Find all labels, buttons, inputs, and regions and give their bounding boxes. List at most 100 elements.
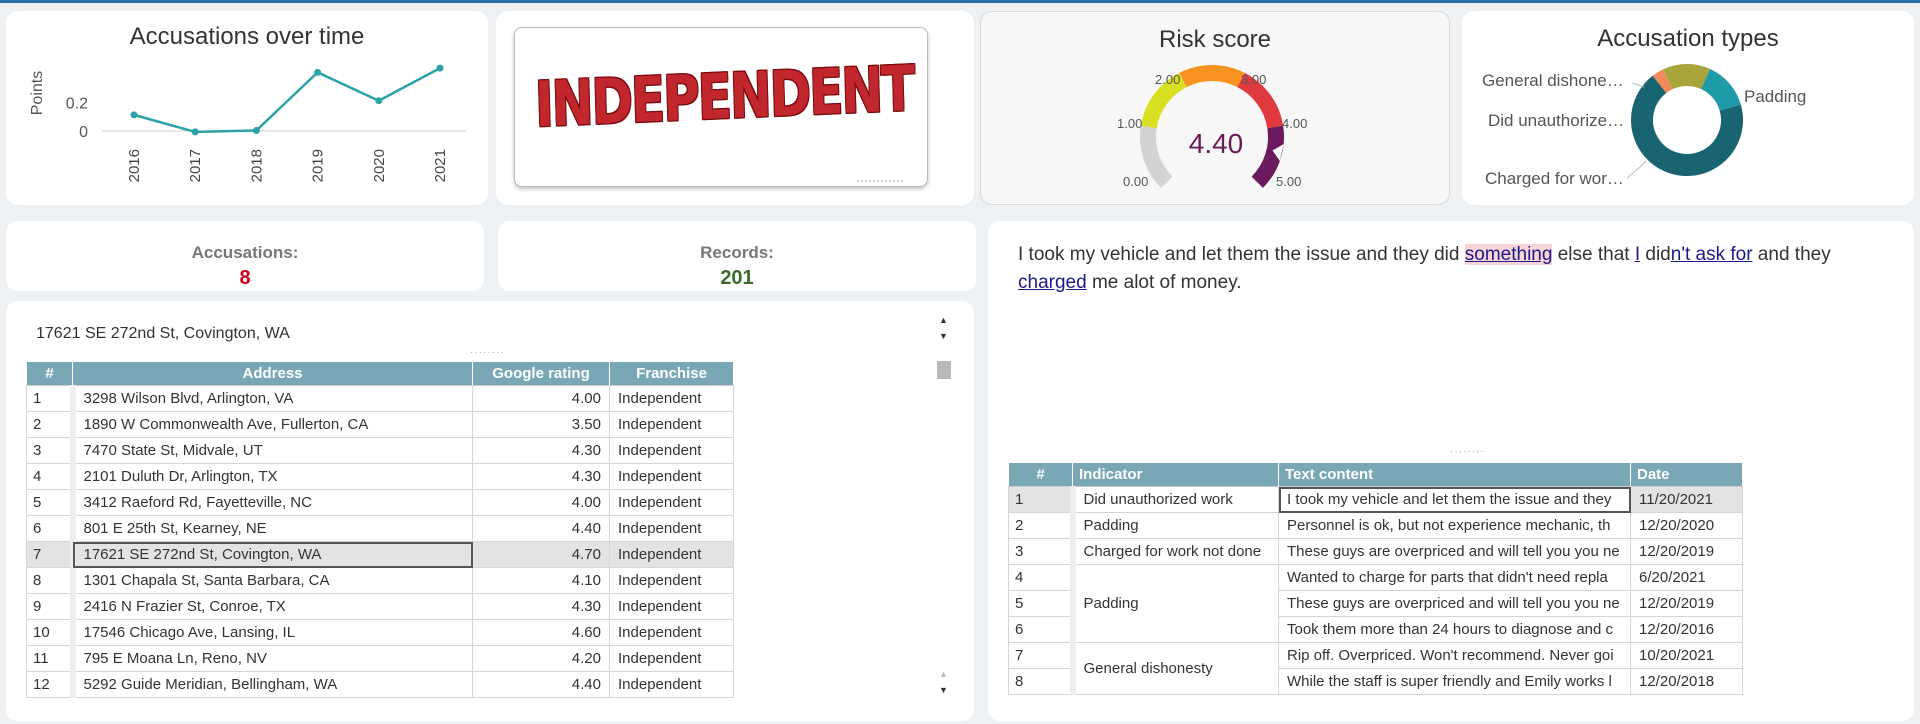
row-franchise[interactable]: Independent [609,411,734,438]
row-text-content[interactable]: Rip off. Overpriced. Won't recommend. Ne… [1278,642,1631,669]
data-point[interactable] [375,97,383,105]
row-address[interactable]: 3412 Raeford Rd, Fayetteville, NC [72,489,473,516]
row-franchise[interactable]: Independent [609,593,734,620]
data-point[interactable] [436,64,444,72]
table-row[interactable]: 1 3298 Wilson Blvd, Arlington, VA 4.00 Inde… [26,385,734,412]
col-header-franchise[interactable]: Franchise [609,361,734,386]
col-header-indicator[interactable]: Indicator [1072,462,1279,487]
table-row[interactable]: 10 17546 Chicago Ave, Lansing, IL 4.60 Inde… [26,619,734,646]
col-header-index[interactable]: # [26,361,73,386]
row-index[interactable]: 9 [26,593,76,620]
row-text-content[interactable]: While the staff is super friendly and Em… [1278,668,1631,695]
row-address[interactable]: 3298 Wilson Blvd, Arlington, VA [72,385,473,412]
donut-slice[interactable] [1700,68,1741,112]
row-google-rating[interactable]: 4.40 [472,671,610,698]
table-scroll-thumb[interactable] [937,361,951,379]
row-franchise[interactable]: Independent [609,671,734,698]
row-index[interactable]: 8 [26,567,76,594]
row-date[interactable]: 12/20/2018 [1630,668,1743,695]
row-franchise[interactable]: Independent [609,567,734,594]
row-google-rating[interactable]: 4.00 [472,489,610,516]
row-google-rating[interactable]: 4.60 [472,619,610,646]
scroll-down-icon[interactable]: ▼ [939,331,948,341]
row-google-rating[interactable]: 4.30 [472,437,610,464]
row-index[interactable]: 11 [26,645,76,672]
row-index[interactable]: 2 [26,411,76,438]
table-row[interactable]: 9 2416 N Frazier St, Conroe, TX 4.30 Indepe… [26,593,734,620]
data-point[interactable] [130,111,138,119]
table-row[interactable]: 2 Padding Personnel is ok, but not experie… [1008,512,1743,539]
row-franchise[interactable]: Independent [609,463,734,490]
review-resize-grip[interactable]: ········ [1450,446,1485,457]
row-index[interactable]: 4 [26,463,76,490]
col-header-address[interactable]: Address [72,361,473,386]
row-google-rating[interactable]: 4.00 [472,385,610,412]
row-date[interactable]: 11/20/2021 [1630,486,1743,513]
row-google-rating[interactable]: 4.40 [472,515,610,542]
table-row[interactable]: 3 7470 State St, Midvale, UT 4.30 Independe… [26,437,734,464]
row-address[interactable]: 7470 State St, Midvale, UT [72,437,473,464]
table-row[interactable]: 8 1301 Chapala St, Santa Barbara, CA 4.10 I… [26,567,734,594]
row-address[interactable]: 801 E 25th St, Kearney, NE [72,515,473,542]
data-point[interactable] [191,128,199,136]
row-indicator[interactable]: General dishonesty [1072,642,1279,695]
row-indicator[interactable]: Padding [1072,512,1279,539]
row-index[interactable]: 1 [26,385,76,412]
table-row[interactable]: 3 Charged for work not done These guys are… [1008,538,1743,565]
row-index[interactable]: 12 [26,671,76,698]
row-date[interactable]: 6/20/2021 [1630,564,1743,591]
row-text-content[interactable]: These guys are overpriced and will tell … [1278,538,1631,565]
resize-grip[interactable] [857,180,903,184]
row-date[interactable]: 12/20/2019 [1630,590,1743,617]
table-row[interactable]: 4 Padding Wanted to charge for parts that … [1008,564,1743,643]
table-scroll-down-icon[interactable]: ▼ [939,685,948,695]
table-row[interactable]: 7 General dishonesty Rip off. Overpriced. … [1008,642,1743,695]
col-header-index[interactable]: # [1008,462,1073,487]
row-franchise[interactable]: Independent [609,541,734,568]
scroll-up-icon[interactable]: ▲ [939,315,948,325]
table-row[interactable]: 11 795 E Moana Ln, Reno, NV 4.20 Independen… [26,645,734,672]
row-indicator[interactable]: Did unauthorized work [1072,486,1279,513]
row-franchise[interactable]: Independent [609,437,734,464]
table-scrollbar[interactable]: ▲ ▼ [936,359,952,701]
row-index[interactable]: 3 [26,437,76,464]
row-franchise[interactable]: Independent [609,515,734,542]
row-text-content[interactable]: Personnel is ok, but not experience mech… [1278,512,1631,539]
table-row[interactable]: 2 1890 W Commonwealth Ave, Fullerton, CA 3… [26,411,734,438]
row-index[interactable]: 6 [26,515,76,542]
table-row[interactable]: 6 801 E 25th St, Kearney, NE 4.40 Independe… [26,515,734,542]
row-franchise[interactable]: Independent [609,619,734,646]
row-address[interactable]: 1301 Chapala St, Santa Barbara, CA [72,567,473,594]
row-franchise[interactable]: Independent [609,645,734,672]
row-indicator[interactable]: Padding [1072,564,1279,643]
row-address[interactable]: 2101 Duluth Dr, Arlington, TX [72,463,473,490]
row-index[interactable]: 10 [26,619,76,646]
donut-slice[interactable] [1652,69,1673,94]
row-address[interactable]: 1890 W Commonwealth Ave, Fullerton, CA [72,411,473,438]
row-date[interactable]: 12/20/2016 [1630,616,1743,643]
highlighted-term[interactable]: charged [1018,272,1087,293]
row-google-rating[interactable]: 4.30 [472,593,610,620]
highlighted-term[interactable]: n't ask for [1671,244,1753,265]
data-point[interactable] [314,68,322,76]
donut-slice[interactable] [1663,64,1711,90]
row-date[interactable]: 12/20/2019 [1630,538,1743,565]
row-franchise[interactable]: Independent [609,385,734,412]
row-address[interactable]: 795 E Moana Ln, Reno, NV [72,645,473,672]
highlighted-term[interactable]: something [1464,244,1553,265]
table-row[interactable]: 12 5292 Guide Meridian, Bellingham, WA 4.4… [26,671,734,698]
row-google-rating[interactable]: 4.20 [472,645,610,672]
row-address[interactable]: 17621 SE 272nd St, Covington, WA [72,541,473,568]
row-google-rating[interactable]: 3.50 [472,411,610,438]
table-row[interactable]: 5 3412 Raeford Rd, Fayetteville, NC 4.00 In… [26,489,734,516]
row-google-rating[interactable]: 4.10 [472,567,610,594]
row-google-rating[interactable]: 4.70 [472,541,610,568]
table-scroll-up-icon[interactable]: ▲ [939,669,948,679]
row-text-content[interactable]: These guys are overpriced and will tell … [1278,590,1631,617]
row-date[interactable]: 12/20/2020 [1630,512,1743,539]
row-text-content[interactable]: I took my vehicle and let them the issue… [1278,486,1631,513]
col-header-date[interactable]: Date [1630,462,1743,487]
row-index[interactable]: 5 [26,489,76,516]
table-row[interactable]: 4 2101 Duluth Dr, Arlington, TX 4.30 Indepe… [26,463,734,490]
row-address[interactable]: 2416 N Frazier St, Conroe, TX [72,593,473,620]
